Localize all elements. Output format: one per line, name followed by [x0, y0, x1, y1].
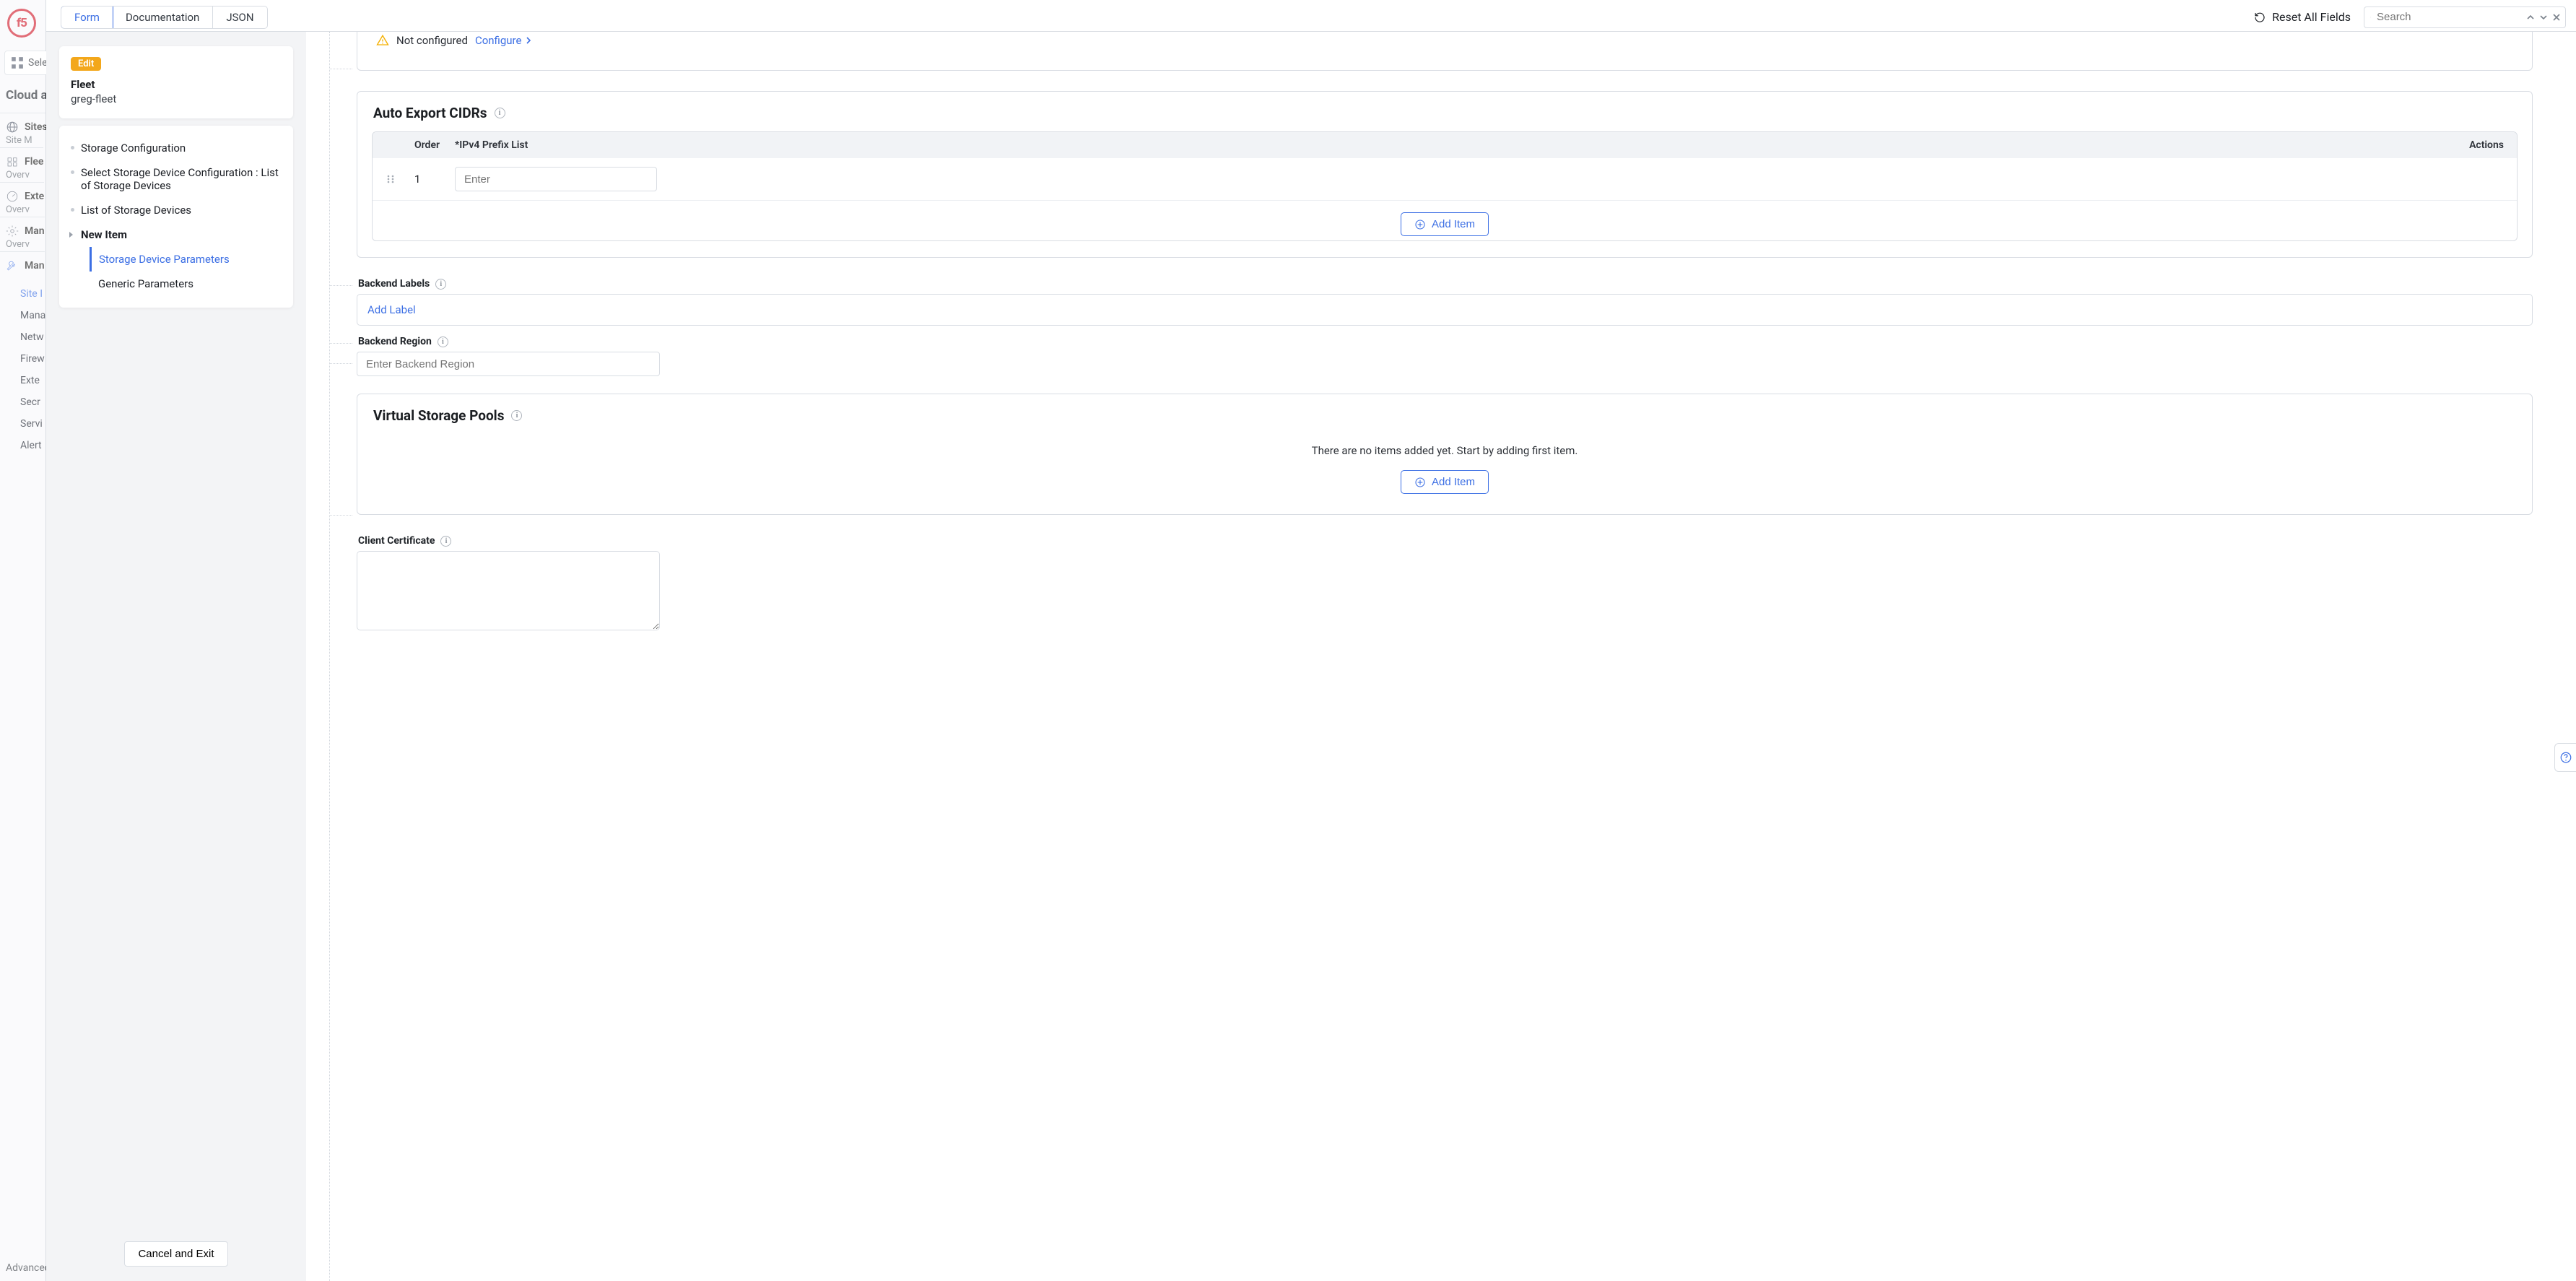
add-item-label: Add Item	[1432, 476, 1475, 488]
configure-link[interactable]: Configure	[475, 34, 534, 47]
search-next-button[interactable]	[2539, 11, 2548, 24]
nav-select-storage-device-config[interactable]: Select Storage Device Configuration : Li…	[64, 160, 289, 198]
info-icon[interactable]: i	[511, 410, 522, 421]
nav-generic-parameters[interactable]: Generic Parameters	[90, 272, 289, 296]
row-order: 1	[414, 173, 455, 186]
ipv4-prefix-input[interactable]	[455, 167, 657, 191]
help-tab[interactable]	[2554, 743, 2576, 772]
warning-icon	[376, 34, 389, 47]
auto-export-cidrs-panel: Auto Export CIDRsi Order *IPv4 Prefix Li…	[357, 91, 2533, 258]
bg-section-label: Exte	[25, 191, 44, 202]
bg-section-label: Man	[25, 225, 45, 237]
bg-section-label: Man	[25, 260, 45, 272]
edit-badge: Edit	[71, 57, 101, 71]
add-label-button[interactable]: Add Label	[357, 294, 2533, 326]
backend-labels-label: Backend Labelsi	[358, 278, 2533, 290]
drag-handle[interactable]	[386, 174, 414, 184]
wrench-icon	[6, 259, 19, 272]
context-object-name: greg-fleet	[71, 92, 282, 105]
tab-json[interactable]: JSON	[213, 6, 266, 28]
edit-modal: Form Documentation JSON Reset All Fields…	[46, 0, 2576, 1281]
bg-advanced-link: Advanced	[6, 1262, 51, 1274]
tab-documentation[interactable]: Documentation	[113, 6, 213, 28]
virtual-storage-pools-panel: Virtual Storage Poolsi There are no item…	[357, 394, 2533, 515]
info-icon[interactable]: i	[438, 336, 448, 347]
bg-nav-item: Firew	[20, 353, 45, 365]
reset-all-fields-button[interactable]: Reset All Fields	[2253, 10, 2351, 24]
bg-nav-items: Site I Mana Netw Firew Exte Secr Servi A…	[0, 288, 45, 451]
plus-circle-icon	[1414, 219, 1426, 230]
help-icon	[2559, 751, 2572, 764]
bg-nav-item: Site I	[20, 288, 45, 300]
outline-nav: Storage Configuration Select Storage Dev…	[59, 126, 293, 308]
modal-toolbar: Form Documentation JSON Reset All Fields	[46, 0, 2576, 32]
add-pool-item-button[interactable]: Add Item	[1401, 470, 1489, 494]
nav-storage-configuration[interactable]: Storage Configuration	[64, 136, 289, 160]
context-object-type: Fleet	[71, 78, 282, 91]
bg-nav-item: Mana	[20, 310, 45, 321]
bg-app-title: Cloud a	[6, 88, 48, 103]
form-canvas: Not configured Configure Auto Export CID…	[306, 32, 2576, 1281]
bg-nav-item: Secr	[20, 396, 45, 408]
nav-storage-device-parameters[interactable]: Storage Device Parameters	[90, 247, 289, 272]
grid-icon	[11, 56, 24, 69]
info-icon[interactable]: i	[435, 279, 446, 290]
drag-icon	[386, 174, 396, 184]
bg-nav-item: Alert	[20, 440, 45, 451]
reset-label: Reset All Fields	[2272, 10, 2351, 24]
client-certificate-textarea[interactable]	[357, 551, 660, 630]
search-box[interactable]	[2364, 6, 2566, 28]
gear-icon	[6, 225, 19, 238]
bg-nav-item: Servi	[20, 418, 45, 430]
background-left-rail: f5 Sele Cloud a Sites Site M Flee Overv Ex…	[0, 0, 46, 1281]
search-icon	[2370, 12, 2371, 23]
cidrs-table: Order *IPv4 Prefix List Actions 1	[372, 131, 2518, 241]
backend-region-label: Backend Regioni	[358, 336, 2533, 347]
table-row: 1	[373, 158, 2517, 201]
outline-panel: Edit Fleet greg-fleet Storage Configurat…	[46, 32, 306, 1281]
nav-new-item[interactable]: New Item	[64, 222, 289, 247]
empty-state-text: There are no items added yet. Start by a…	[372, 434, 2518, 459]
col-prefix: *IPv4 Prefix List	[455, 139, 2439, 151]
bg-section-label: Flee	[25, 156, 43, 168]
client-certificate-label: Client Certificatei	[358, 535, 2533, 547]
search-prev-button[interactable]	[2526, 11, 2535, 24]
virtual-storage-pools-title: Virtual Storage Poolsi	[373, 407, 2518, 424]
bg-nav-item: Netw	[20, 331, 45, 343]
not-configured-label: Not configured	[396, 34, 468, 47]
bg-section-sub: Overv	[6, 239, 45, 250]
bg-selector-label: Sele	[28, 57, 48, 69]
backend-region-input[interactable]	[357, 352, 660, 376]
bg-section-label: Sites	[25, 121, 48, 133]
bg-section-sub: Overv	[6, 170, 43, 181]
add-cidr-item-button[interactable]: Add Item	[1401, 212, 1489, 236]
bg-section-sub: Overv	[6, 204, 44, 215]
auto-export-cidrs-title: Auto Export CIDRsi	[373, 105, 2518, 121]
col-actions: Actions	[2439, 139, 2504, 151]
globe-icon	[6, 121, 19, 134]
tab-form[interactable]: Form	[61, 6, 113, 29]
context-card: Edit Fleet greg-fleet	[59, 46, 293, 118]
add-item-label: Add Item	[1432, 218, 1475, 230]
plus-circle-icon	[1414, 477, 1426, 488]
info-icon[interactable]: i	[440, 536, 451, 547]
search-close-button[interactable]	[2552, 11, 2561, 24]
bg-section-sub: Site M	[6, 135, 48, 146]
view-tabs: Form Documentation JSON	[61, 6, 268, 29]
cancel-and-exit-button[interactable]: Cancel and Exit	[124, 1241, 227, 1267]
f5-logo: f5	[7, 9, 36, 38]
nav-list-of-storage-devices[interactable]: List of Storage Devices	[64, 198, 289, 222]
search-input[interactable]	[2375, 10, 2522, 24]
col-order: Order	[414, 139, 455, 151]
info-icon[interactable]: i	[495, 108, 505, 118]
chevron-right-icon	[524, 36, 533, 45]
gauge-icon	[6, 190, 19, 203]
previous-panel: Not configured Configure	[357, 32, 2533, 71]
table-header: Order *IPv4 Prefix List Actions	[373, 132, 2517, 158]
reset-icon	[2253, 11, 2266, 24]
fleet-icon	[6, 155, 19, 168]
bg-nav-item: Exte	[20, 375, 45, 386]
